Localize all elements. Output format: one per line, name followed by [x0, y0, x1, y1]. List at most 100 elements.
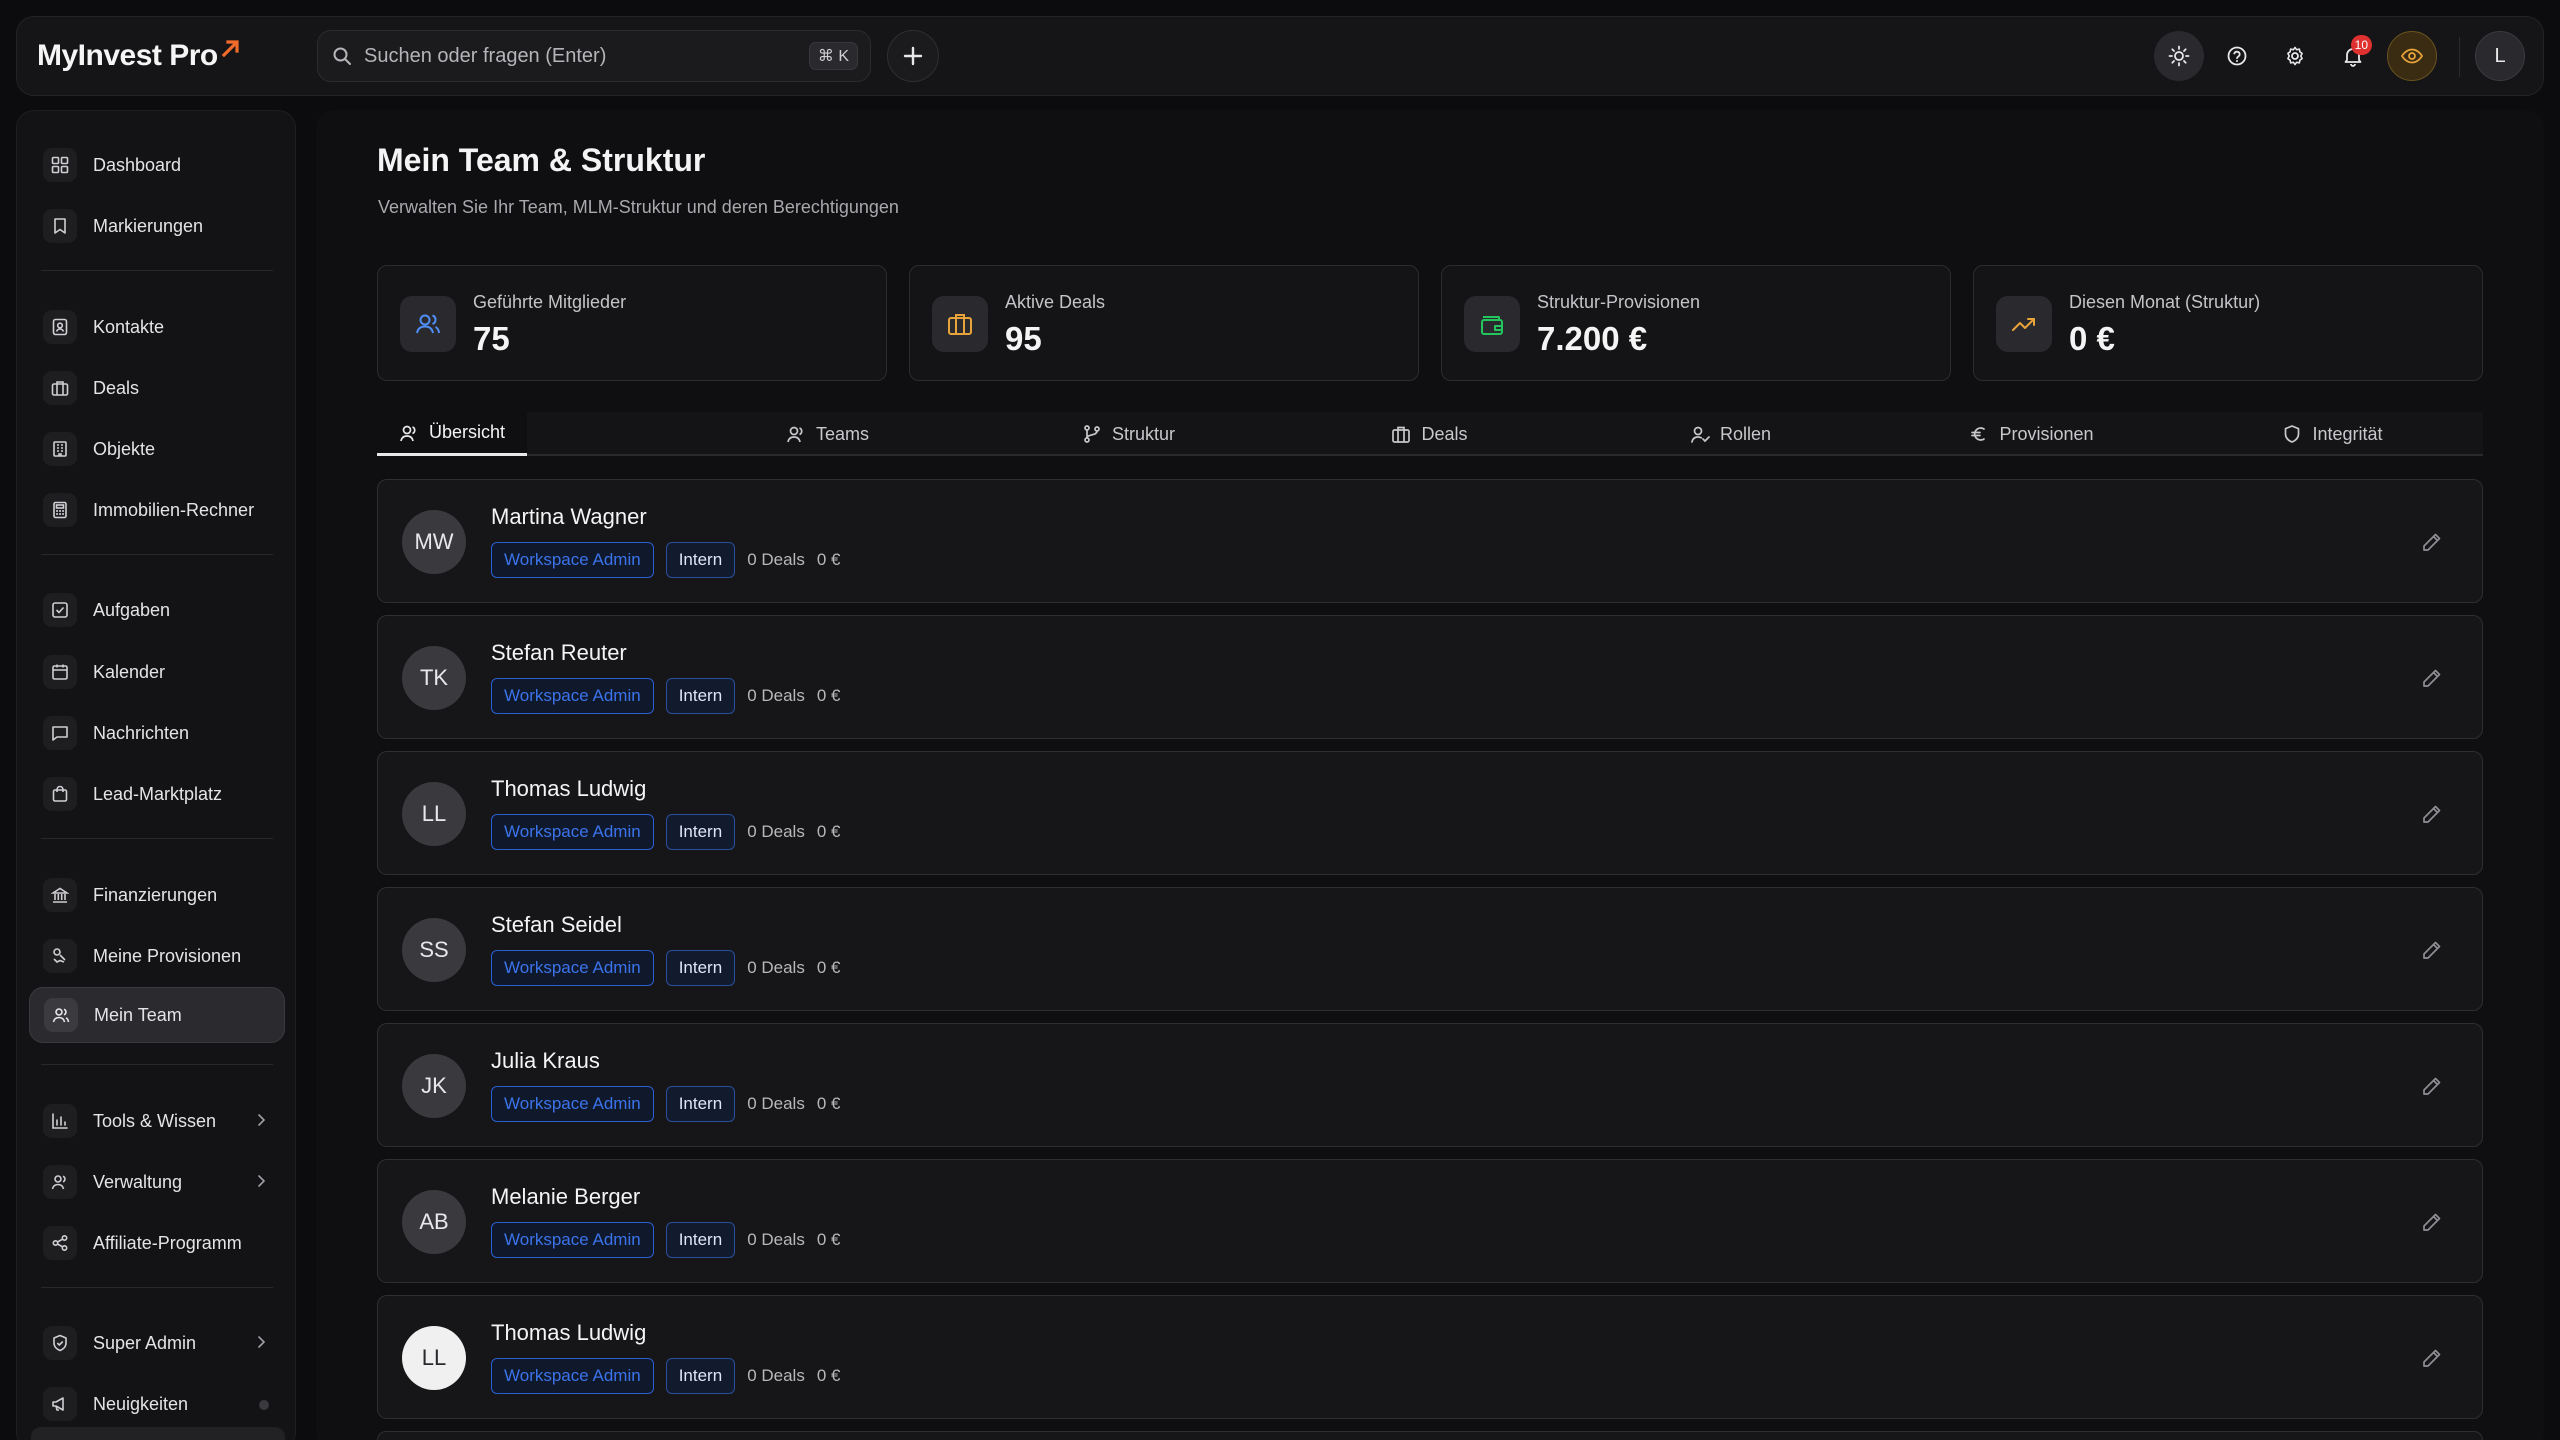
user-check-icon	[1690, 424, 1710, 444]
sidebar-item-deals[interactable]: Deals	[29, 360, 285, 416]
team-member-row[interactable]: MW Martina Wagner Workspace Admin Intern…	[377, 479, 2483, 603]
stat-label: Diesen Monat (Struktur)	[2069, 292, 2261, 312]
edit-member-button[interactable]	[2420, 1346, 2444, 1370]
team-member-row[interactable]: LL Thomas Ludwig Workspace Admin Intern …	[377, 751, 2483, 875]
users-icon	[786, 424, 806, 444]
sidebar-item-label: Kalender	[93, 661, 166, 682]
avatar: TK	[402, 646, 466, 710]
wallet-icon	[1464, 296, 1520, 352]
edit-member-button[interactable]	[2420, 1074, 2444, 1098]
sidebar-item-mein-team[interactable]: Mein Team	[29, 987, 285, 1043]
tab-bar: Übersicht Teams Struktur Deals Rollen Pr…	[377, 412, 2483, 456]
sidebar-item-label: Objekte	[93, 438, 156, 459]
shield-check-icon	[43, 1326, 77, 1360]
sidebar-item-neuigkeiten[interactable]: Neuigkeiten	[29, 1376, 285, 1432]
sidebar-divider	[41, 1064, 273, 1065]
sidebar-item-immobilien-rechner[interactable]: Immobilien-Rechner	[29, 482, 285, 538]
settings-button[interactable]	[2270, 31, 2320, 81]
pencil-icon	[2423, 1349, 2441, 1367]
sidebar-item-markierungen[interactable]: Markierungen	[29, 198, 285, 254]
logo-arrow-icon	[220, 37, 242, 59]
user-management-icon	[43, 1165, 77, 1199]
search-input[interactable]: Suchen oder fragen (Enter) ⌘ K	[317, 30, 871, 82]
sidebar-item-label: Deals	[93, 377, 140, 398]
team-member-row[interactable]: AB Melanie Berger Workspace Admin Intern…	[377, 1159, 2483, 1283]
sidebar-item-kontakte[interactable]: Kontakte	[29, 299, 285, 355]
notifications-button[interactable]: 10	[2328, 31, 2378, 81]
users-icon	[44, 998, 78, 1032]
avatar: JK	[402, 1054, 466, 1118]
coins-hand-icon	[43, 939, 77, 973]
role-badge: Workspace Admin	[491, 542, 654, 578]
commission-amount: 0 €	[816, 686, 841, 705]
edit-member-button[interactable]	[2420, 530, 2444, 554]
avatar: AB	[402, 1190, 466, 1254]
tab-provisionen[interactable]: Provisionen	[1881, 412, 2182, 456]
stat-card-this-month: Diesen Monat (Struktur) 0 €	[1973, 265, 2483, 381]
edit-member-button[interactable]	[2420, 666, 2444, 690]
sidebar-item-nachrichten[interactable]: Nachrichten	[29, 705, 285, 761]
tab-teams[interactable]: Teams	[677, 412, 978, 456]
sidebar-item-super-admin[interactable]: Super Admin	[29, 1315, 285, 1371]
tab-label: Struktur	[1111, 423, 1176, 444]
tab-label: Übersicht	[428, 422, 506, 442]
team-member-row[interactable]: LL Thomas Ludwig Workspace Admin Intern …	[377, 1295, 2483, 1419]
type-badge: Intern	[665, 1086, 736, 1122]
sidebar-item-meine-provisionen[interactable]: Meine Provisionen	[29, 928, 285, 984]
tab-integritaet[interactable]: Integrität	[2182, 412, 2483, 456]
type-badge: Intern	[665, 678, 736, 714]
sidebar-item-dashboard[interactable]: Dashboard	[29, 137, 285, 193]
type-badge: Intern	[665, 542, 736, 578]
sidebar-item-tools-wissen[interactable]: Tools & Wissen	[29, 1093, 285, 1149]
tab-struktur[interactable]: Struktur	[978, 412, 1279, 456]
deals-count: 0 Deals	[747, 550, 805, 569]
member-name: Stefan Reuter	[491, 640, 627, 665]
app-logo[interactable]: MyInvest Pro	[37, 39, 242, 75]
sidebar-item-finanzierungen[interactable]: Finanzierungen	[29, 867, 285, 923]
role-badge: Workspace Admin	[491, 814, 654, 850]
sidebar-item-affiliate-programm[interactable]: Affiliate-Programm	[29, 1215, 285, 1271]
sidebar-item-lead-marktplatz[interactable]: Lead-Marktplatz	[29, 766, 285, 822]
role-badge: Workspace Admin	[491, 1086, 654, 1122]
theme-toggle-button[interactable]	[2154, 31, 2204, 81]
briefcase-icon	[1391, 424, 1411, 444]
user-avatar[interactable]: L	[2475, 31, 2525, 81]
message-icon	[43, 716, 77, 750]
visibility-toggle-button[interactable]	[2387, 31, 2437, 81]
commission-amount: 0 €	[816, 1094, 841, 1113]
sidebar-item-kalender[interactable]: Kalender	[29, 644, 285, 700]
sidebar-item-aufgaben[interactable]: Aufgaben	[29, 582, 285, 638]
edit-member-button[interactable]	[2420, 802, 2444, 826]
gear-icon	[2287, 46, 2303, 66]
eye-icon	[2400, 48, 2424, 64]
stat-card-members: Geführte Mitglieder 75	[377, 265, 887, 381]
help-button[interactable]	[2212, 31, 2262, 81]
edit-member-button[interactable]	[2420, 1210, 2444, 1234]
commission-amount: 0 €	[816, 1230, 841, 1249]
member-name: Thomas Ludwig	[491, 776, 647, 801]
deals-count: 0 Deals	[747, 1230, 805, 1249]
briefcase-icon	[43, 371, 77, 405]
sidebar-item-objekte[interactable]: Objekte	[29, 421, 285, 477]
tab-uebersicht[interactable]: Übersicht	[377, 412, 527, 456]
notification-count-badge: 10	[2350, 35, 2372, 55]
team-member-row[interactable]	[377, 1431, 2483, 1440]
tab-rollen[interactable]: Rollen	[1580, 412, 1881, 456]
calendar-icon	[43, 655, 77, 689]
team-member-row[interactable]: SS Stefan Seidel Workspace Admin Intern …	[377, 887, 2483, 1011]
add-button[interactable]	[887, 30, 939, 82]
team-member-row[interactable]: JK Julia Kraus Workspace Admin Intern 0 …	[377, 1023, 2483, 1147]
contact-book-icon	[43, 310, 77, 344]
team-member-row[interactable]: TK Stefan Reuter Workspace Admin Intern …	[377, 615, 2483, 739]
edit-member-button[interactable]	[2420, 938, 2444, 962]
member-name: Stefan Seidel	[491, 912, 622, 937]
sidebar-item-verwaltung[interactable]: Verwaltung	[29, 1154, 285, 1210]
tab-deals[interactable]: Deals	[1279, 412, 1580, 456]
type-badge: Intern	[665, 814, 736, 850]
shopping-bag-icon	[43, 777, 77, 811]
help-icon	[2227, 46, 2247, 66]
sidebar-item-label: Verwaltung	[93, 1171, 183, 1192]
deals-count: 0 Deals	[747, 686, 805, 705]
sidebar-item-label: Nachrichten	[93, 722, 190, 743]
pencil-icon	[2423, 1213, 2441, 1231]
